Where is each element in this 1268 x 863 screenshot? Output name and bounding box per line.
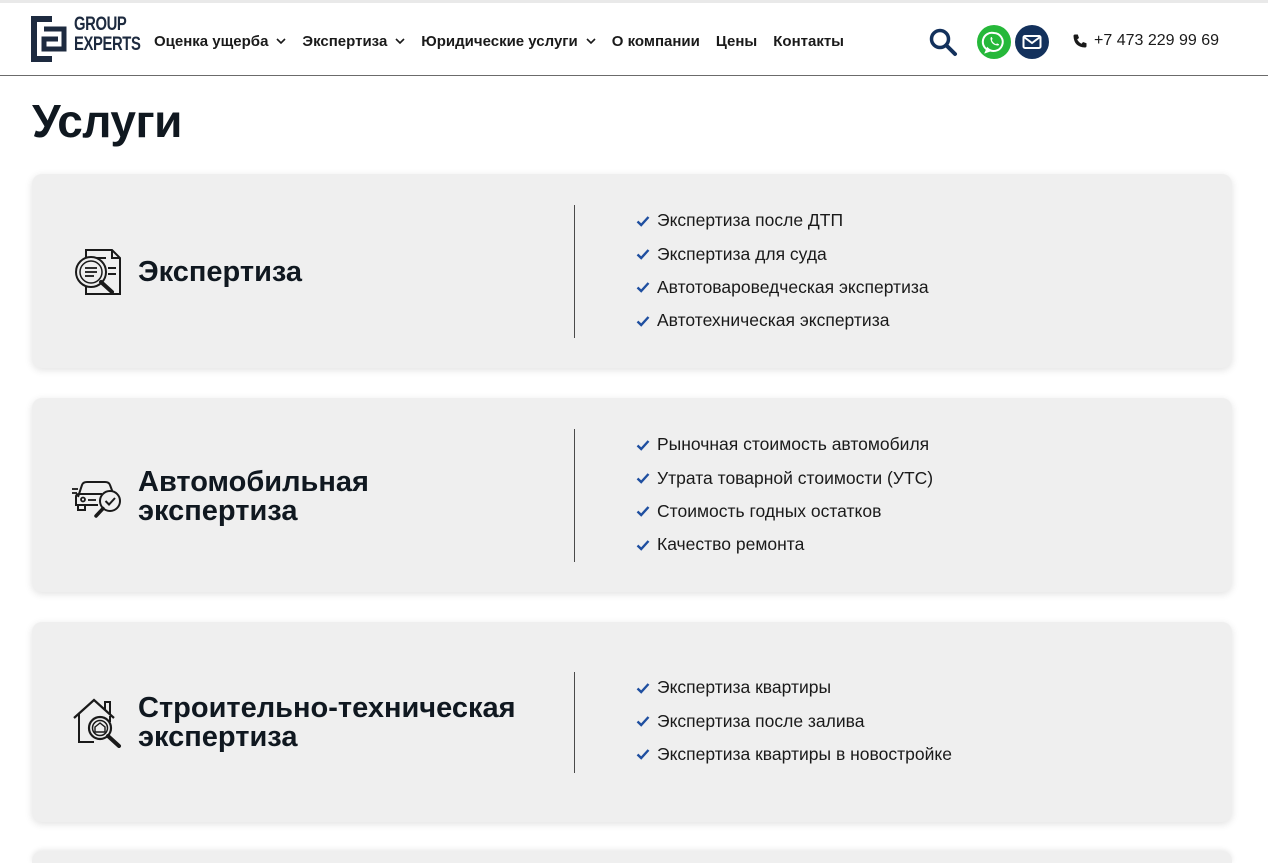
list-item[interactable]: Экспертиза для суда	[636, 237, 929, 270]
nav-item-label: Оценка ущерба	[154, 32, 269, 50]
card-divider	[574, 429, 575, 562]
nav-item-label: О компании	[611, 32, 700, 50]
list-item[interactable]: Экспертиза квартиры	[636, 671, 952, 704]
list-item-label: Экспертиза квартиры в новостройке	[657, 743, 952, 764]
list-item[interactable]: Рыночная стоимость автомобиля	[636, 428, 933, 461]
check-icon	[636, 540, 650, 551]
check-icon	[636, 506, 650, 518]
house-magnifier-icon	[73, 698, 121, 748]
service-card-partial	[32, 851, 1232, 863]
car-check-icon	[72, 481, 121, 518]
list-item-label: Утрата товарной стоимости (УТС)	[657, 467, 934, 488]
list-item[interactable]: Экспертиза после ДТП	[636, 204, 929, 237]
check-icon	[636, 316, 650, 327]
check-icon	[636, 249, 650, 260]
logo-text: GROUP EXPERTS	[74, 14, 141, 55]
check-icon	[636, 716, 650, 727]
check-icon	[636, 749, 650, 761]
list-item-label: Экспертиза после залива	[657, 710, 865, 731]
list-item-label: Рыночная стоимость автомобиля	[657, 434, 930, 455]
nav-item-label: Экспертиза	[302, 32, 388, 50]
logo[interactable]: GROUP EXPERTS	[30, 15, 141, 65]
check-icon	[636, 682, 650, 694]
nav-item-label: Юридические услуги	[421, 32, 578, 50]
chevron-down-icon	[276, 38, 286, 45]
card-title: Экспертиза	[138, 258, 568, 287]
nav-item-about[interactable]: О компании	[612, 33, 700, 50]
whatsapp-button[interactable]	[977, 25, 1011, 59]
list-item-label: Качество ремонта	[657, 534, 805, 555]
phone-number: +7 473 229 99 69	[1094, 32, 1220, 49]
service-card-auto-expertise[interactable]: Автомобильная экспертиза Рыночная стоимо…	[32, 398, 1232, 592]
card-title-line: Строительно-техническая	[138, 692, 516, 724]
nav-item-prices[interactable]: Цены	[716, 33, 757, 50]
check-icon	[636, 215, 650, 227]
whatsapp-icon	[981, 31, 1004, 54]
card-title: Строительно-техническая экспертиза	[138, 694, 568, 752]
list-item-label: Стоимость годных остатков	[657, 500, 882, 521]
card-title-line: экспертиза	[138, 721, 298, 753]
list-item-label: Экспертиза квартиры	[657, 677, 832, 698]
card-title-line: Автомобильная	[138, 466, 369, 498]
mail-button[interactable]	[1015, 25, 1049, 59]
card-divider	[574, 205, 575, 338]
main-nav: Оценка ущерба Экспертиза Юридические усл…	[154, 30, 860, 52]
phone-icon	[1073, 34, 1087, 48]
document-magnifier-icon	[75, 249, 121, 295]
list-item[interactable]: Качество ремонта	[636, 528, 933, 561]
site-header: GROUP EXPERTS Оценка ущерба Экспертиза Ю…	[0, 3, 1268, 76]
service-card-expertise[interactable]: Экспертиза Экспертиза после ДТП Эксперти…	[32, 174, 1232, 368]
chevron-down-icon	[586, 38, 596, 45]
list-item[interactable]: Автотехническая экспертиза	[636, 304, 929, 337]
card-title: Автомобильная экспертиза	[138, 468, 568, 526]
service-list: Рыночная стоимость автомобиля Утрата тов…	[636, 428, 933, 562]
nav-item-expertise[interactable]: Экспертиза	[302, 33, 405, 50]
list-item[interactable]: Стоимость годных остатков	[636, 495, 933, 528]
list-item-label: Автотовароведческая экспертиза	[657, 276, 929, 297]
page-title: Услуги	[32, 95, 182, 147]
nav-item-contacts[interactable]: Контакты	[773, 33, 844, 50]
service-card-construction-expertise[interactable]: Строительно-техническая экспертиза Экспе…	[32, 622, 1232, 822]
nav-item-label: Контакты	[773, 32, 844, 50]
service-list: Экспертиза квартиры Экспертиза после зал…	[636, 671, 952, 771]
list-item-label: Автотехническая экспертиза	[657, 310, 890, 331]
check-icon	[636, 282, 650, 294]
logo-line-1: GROUP	[74, 14, 127, 35]
chevron-down-icon	[395, 38, 405, 45]
nav-item-damage-assessment[interactable]: Оценка ущерба	[154, 33, 286, 50]
nav-item-label: Цены	[715, 32, 758, 50]
search-button[interactable]	[928, 27, 958, 57]
check-icon	[636, 473, 650, 484]
nav-item-legal-services[interactable]: Юридические услуги	[421, 32, 596, 50]
phone-link[interactable]: +7 473 229 99 69	[1072, 32, 1219, 50]
card-title-line: экспертиза	[138, 495, 298, 527]
list-item-label: Экспертиза после ДТП	[657, 210, 844, 231]
list-item[interactable]: Экспертиза после залива	[636, 704, 952, 737]
card-title-line: Экспертиза	[138, 256, 303, 288]
list-item[interactable]: Утрата товарной стоимости (УТС)	[636, 461, 933, 494]
mail-icon	[1022, 35, 1042, 49]
card-divider	[574, 672, 575, 773]
logo-mark-icon	[31, 16, 67, 62]
logo-line-2: EXPERTS	[74, 34, 141, 55]
list-item[interactable]: Экспертиза квартиры в новостройке	[636, 738, 952, 771]
check-icon	[636, 439, 650, 451]
list-item[interactable]: Автотовароведческая экспертиза	[636, 271, 929, 304]
service-list: Экспертиза после ДТП Экспертиза для суда…	[636, 204, 929, 338]
search-icon	[929, 28, 957, 56]
list-item-label: Экспертиза для суда	[657, 243, 827, 264]
